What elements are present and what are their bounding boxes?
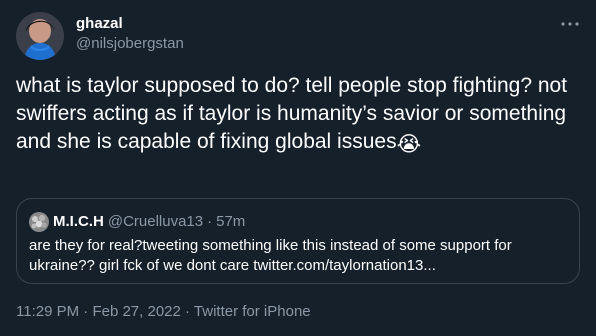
tweet-text: what is taylor supposed to do? tell peop… xyxy=(16,74,573,153)
quoted-author-avatar xyxy=(29,212,49,232)
quoted-author-display-name: M.I.C.H xyxy=(53,213,104,230)
tweet-body: what is taylor supposed to do? tell peop… xyxy=(16,72,576,159)
quoted-tweet-text: are they for real?tweeting something lik… xyxy=(29,237,516,274)
date-source-separator: · xyxy=(185,303,191,320)
loudly-crying-face-emoji: 😭 xyxy=(396,133,422,156)
tweet-date[interactable]: Feb 27, 2022 xyxy=(92,303,180,320)
author-display-name[interactable]: ghazal xyxy=(76,14,184,34)
quoted-separator: · xyxy=(207,213,213,230)
quoted-tweet[interactable]: M.I.C.H @Cruelluva13 · 57m are they for … xyxy=(16,198,580,284)
time-date-separator: · xyxy=(83,303,89,320)
quoted-tweet-header: M.I.C.H @Cruelluva13 · 57m xyxy=(29,212,245,232)
tweet[interactable]: ghazal @nilsjobergstan what is taylor su… xyxy=(0,0,596,336)
tweet-metadata: 11:29 PM · Feb 27, 2022 · Twitter for iP… xyxy=(16,302,311,322)
quoted-author-handle: @Cruelluva13 xyxy=(107,213,204,230)
quoted-time: 57m xyxy=(216,213,246,230)
author-handle[interactable]: @nilsjobergstan xyxy=(76,34,184,54)
more-horizontal-icon[interactable] xyxy=(560,14,580,34)
author-avatar[interactable] xyxy=(16,12,64,60)
tweet-source[interactable]: Twitter for iPhone xyxy=(194,303,311,320)
tweet-time[interactable]: 11:29 PM xyxy=(16,303,79,320)
author-info: ghazal @nilsjobergstan xyxy=(76,14,184,54)
